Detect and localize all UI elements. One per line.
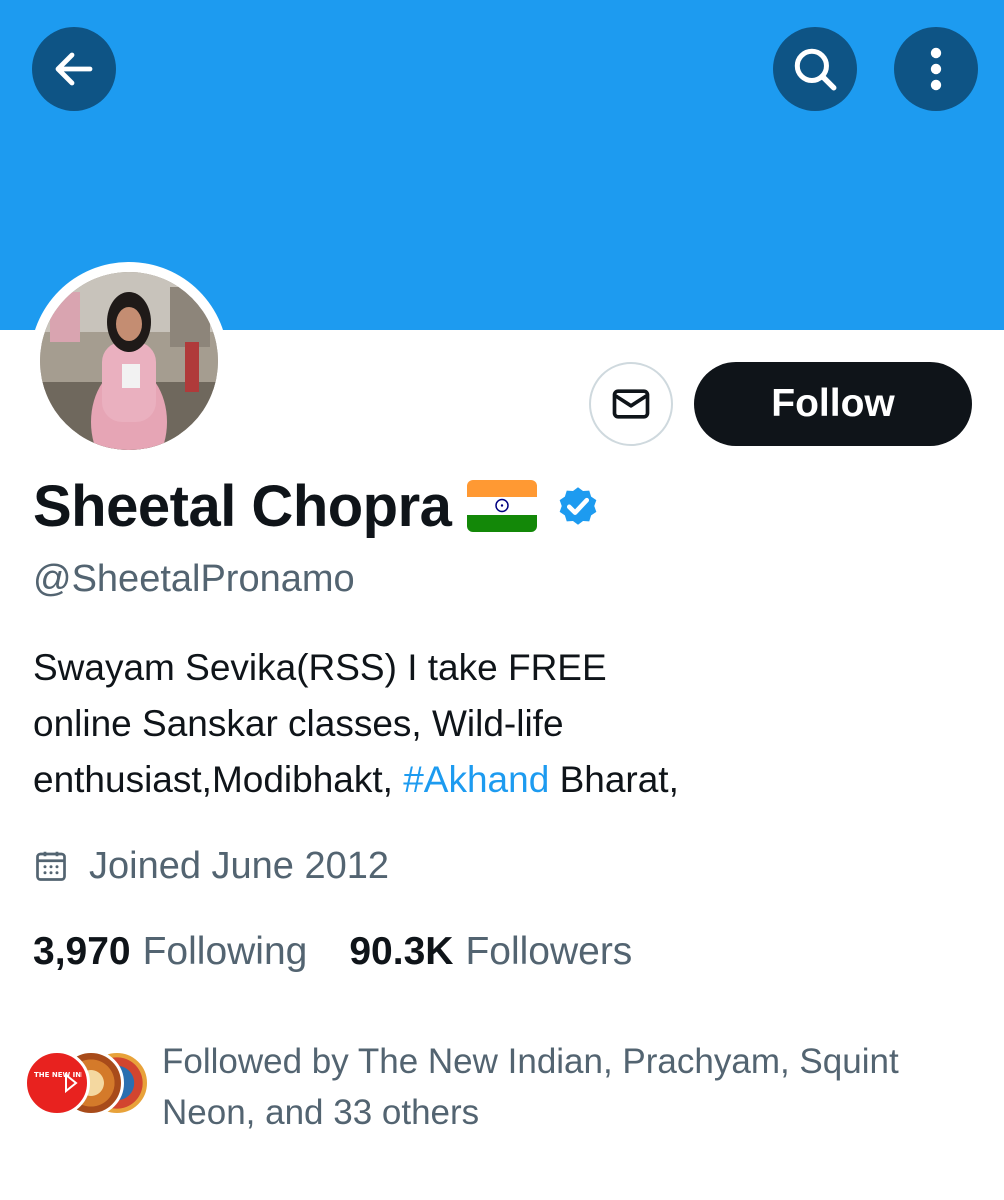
india-flag-icon xyxy=(467,480,538,532)
verified-badge-icon xyxy=(560,487,597,525)
following-link[interactable]: 3,970 Following xyxy=(33,930,307,974)
followers-link[interactable]: 90.3K Followers xyxy=(349,930,632,974)
followed-by-line: Neon, and 33 others xyxy=(162,1093,480,1132)
following-count: 3,970 xyxy=(33,930,131,973)
followers-label: Followers xyxy=(465,930,633,973)
more-options-button[interactable] xyxy=(894,27,978,111)
search-icon xyxy=(794,48,837,91)
followed-by-line: Followed by The New Indian, Prachyam, Sq… xyxy=(162,1042,899,1081)
profile-name-row: Sheetal Chopra xyxy=(33,470,603,542)
joined-text: Joined June 2012 xyxy=(89,844,390,887)
mutual-follower-avatars: THE NEW INDIAN xyxy=(24,1050,154,1116)
bio-line-3: enthusiast,Modibhakt, #Akhand Bharat, xyxy=(33,752,973,808)
followed-by[interactable]: THE NEW INDIAN Followed by The New India… xyxy=(24,1036,984,1136)
search-button[interactable] xyxy=(773,27,857,111)
bio-text: Bharat, xyxy=(549,759,679,800)
back-button[interactable] xyxy=(32,27,116,111)
envelope-icon xyxy=(612,389,650,419)
followed-by-text: Followed by The New Indian, Prachyam, Sq… xyxy=(162,1036,982,1138)
avatar-photo xyxy=(40,272,218,450)
followers-count: 90.3K xyxy=(349,930,454,973)
bio-text: enthusiast,Modibhakt, xyxy=(33,759,404,800)
more-vertical-icon xyxy=(930,47,942,91)
svg-text:THE NEW INDIAN: THE NEW INDIAN xyxy=(34,1071,82,1079)
follow-stats: 3,970 Following 90.3K Followers xyxy=(33,924,632,980)
profile-avatar[interactable] xyxy=(30,262,228,460)
following-label: Following xyxy=(142,930,308,973)
profile-bio: Swayam Sevika(RSS) I take FREE online Sa… xyxy=(33,640,973,808)
joined-date: Joined June 2012 xyxy=(33,838,389,894)
display-name: Sheetal Chopra xyxy=(33,473,452,539)
hashtag-link[interactable]: #Akhand xyxy=(403,759,549,800)
follow-button[interactable]: Follow xyxy=(694,362,972,446)
bio-line: Swayam Sevika(RSS) I take FREE xyxy=(33,647,607,688)
logo: THE NEW INDIAN xyxy=(34,1071,82,1094)
calendar-icon xyxy=(36,851,66,881)
mutual-avatar: THE NEW INDIAN xyxy=(24,1050,90,1116)
arrow-left-icon xyxy=(55,52,93,86)
user-handle: @SheetalPronamo xyxy=(33,558,355,600)
bio-line: online Sanskar classes, Wild-life xyxy=(33,703,564,744)
message-button[interactable] xyxy=(589,362,673,446)
